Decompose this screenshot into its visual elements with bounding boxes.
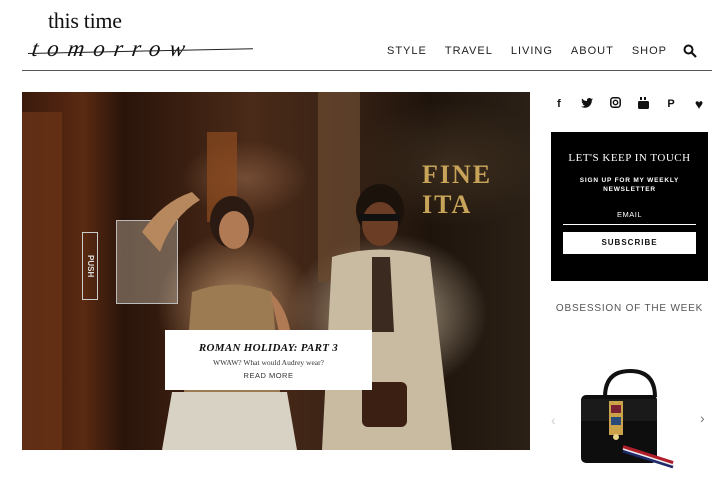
post-title[interactable]: ROMAN HOLIDAY: PART 3 — [165, 342, 372, 354]
newsletter-signup: LET'S KEEP IN TOUCH SIGN UP FOR MY WEEKL… — [551, 132, 708, 281]
nav-item-style[interactable]: STYLE — [387, 45, 427, 57]
newsletter-subtitle: SIGN UP FOR MY WEEKLY NEWSLETTER — [579, 177, 680, 193]
twitter-icon[interactable] — [581, 97, 593, 111]
main-nav: STYLE TRAVEL LIVING ABOUT SHOP — [387, 44, 697, 58]
carousel-next-icon[interactable]: › — [700, 410, 705, 426]
nav-item-shop[interactable]: SHOP — [632, 45, 667, 57]
post-caption-card[interactable]: ROMAN HOLIDAY: PART 3 WWAW? What would A… — [165, 330, 372, 390]
nav-item-living[interactable]: LIVING — [511, 45, 553, 57]
hero-image[interactable]: FINE ITA PUSH ROMAN HOLIDAY: PART 3 WWAW… — [22, 92, 530, 450]
obsession-heading: OBSESSION OF THE WEEK — [555, 303, 704, 314]
youtube-icon[interactable] — [637, 96, 649, 112]
heart-icon[interactable]: ♥ — [693, 96, 705, 112]
header-divider — [22, 70, 712, 71]
pinterest-icon[interactable]: P — [665, 98, 677, 110]
social-links: f P ♥ — [553, 96, 705, 112]
read-more-link[interactable]: READ MORE — [165, 371, 372, 380]
search-icon[interactable] — [683, 44, 697, 58]
hero-figures — [142, 184, 452, 450]
handbag-image[interactable] — [575, 365, 685, 470]
nav-item-about[interactable]: ABOUT — [571, 45, 614, 57]
nav-item-travel[interactable]: TRAVEL — [445, 45, 493, 57]
instagram-icon[interactable] — [609, 97, 621, 111]
logo-top-text: this time — [48, 8, 122, 33]
site-logo[interactable]: this time tomorrow — [22, 6, 262, 62]
post-subtitle: WWAW? What would Audrey wear? — [213, 358, 324, 367]
email-field[interactable]: EMAIL — [563, 210, 696, 225]
newsletter-title: LET'S KEEP IN TOUCH — [568, 152, 691, 164]
carousel-prev-icon[interactable]: ‹ — [551, 412, 556, 428]
facebook-icon[interactable]: f — [553, 98, 565, 110]
subscribe-button[interactable]: SUBSCRIBE — [563, 232, 696, 254]
